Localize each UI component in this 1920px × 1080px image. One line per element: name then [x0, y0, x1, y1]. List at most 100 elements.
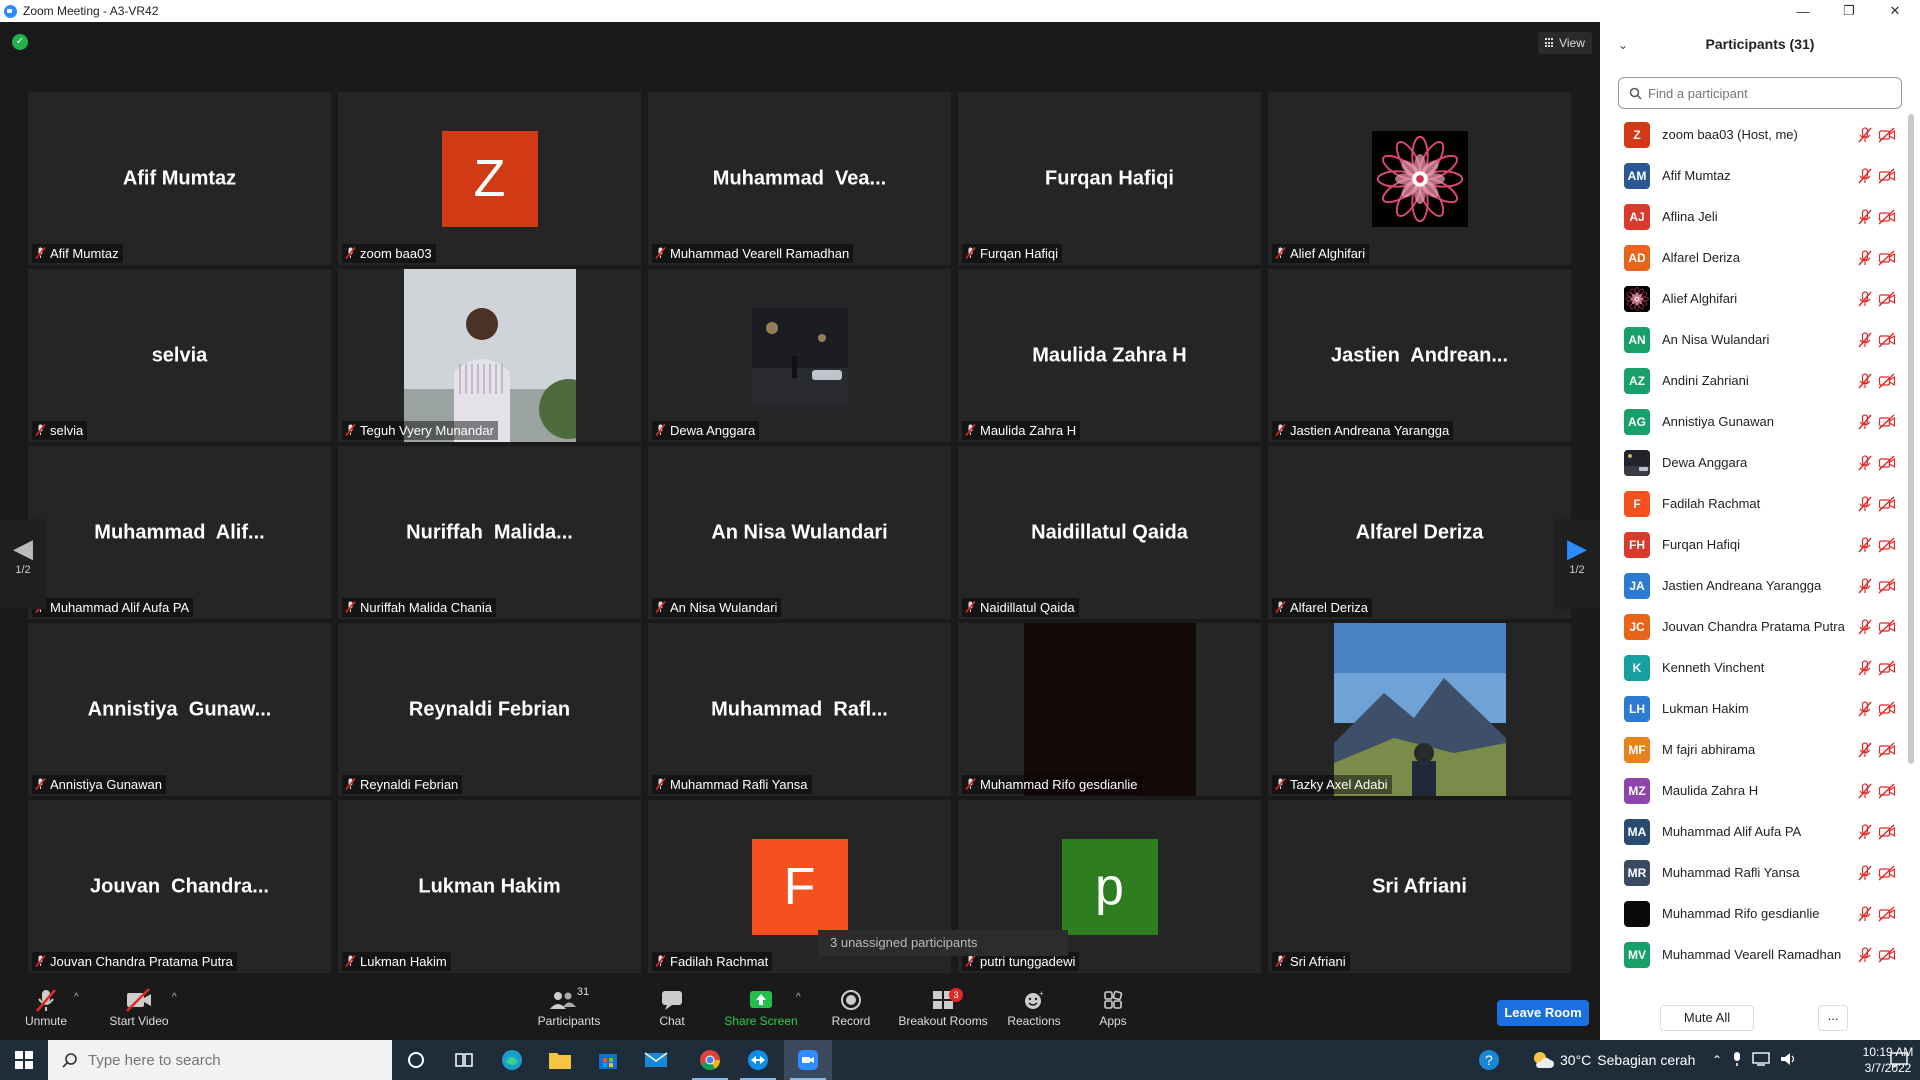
- video-off-icon[interactable]: [1878, 167, 1896, 184]
- video-off-icon[interactable]: [1878, 208, 1896, 225]
- video-off-icon[interactable]: [1878, 331, 1896, 348]
- microphone-muted-icon[interactable]: [1858, 659, 1872, 676]
- help-tray-icon[interactable]: ?: [1478, 1040, 1500, 1080]
- participant-list-item[interactable]: AG Annistiya Gunawan: [1600, 401, 1908, 442]
- participant-tile[interactable]: Alfarel Deriza Alfarel Deriza: [1268, 446, 1571, 619]
- cortana-icon[interactable]: [392, 1040, 440, 1080]
- participant-list-item[interactable]: MF M fajri abhirama: [1600, 729, 1908, 770]
- microphone-tray-icon[interactable]: [1732, 1051, 1742, 1070]
- video-options-caret-icon[interactable]: ^: [172, 992, 177, 1003]
- reactions-button[interactable]: + Reactions: [1006, 986, 1062, 1036]
- edge-browser-icon[interactable]: [488, 1040, 536, 1080]
- participant-tile[interactable]: Jouvan Chandra... Jouvan Chandra Pratama …: [28, 800, 331, 973]
- video-off-icon[interactable]: [1878, 823, 1896, 840]
- participant-list-item[interactable]: MA Muhammad Alif Aufa PA: [1600, 811, 1908, 852]
- file-explorer-icon[interactable]: [536, 1040, 584, 1080]
- video-off-icon[interactable]: [1878, 905, 1896, 922]
- record-button[interactable]: Record: [830, 986, 872, 1036]
- task-view-icon[interactable]: [440, 1040, 488, 1080]
- zoom-taskbar-icon[interactable]: [784, 1040, 832, 1080]
- microphone-muted-icon[interactable]: [1858, 741, 1872, 758]
- video-off-icon[interactable]: [1878, 290, 1896, 307]
- participant-list-item[interactable]: JA Jastien Andreana Yarangga: [1600, 565, 1908, 606]
- microphone-muted-icon[interactable]: [1858, 372, 1872, 389]
- participant-list-item[interactable]: Muhammad Rifo gesdianlie: [1600, 893, 1908, 934]
- participant-list-item[interactable]: AZ Andini Zahriani: [1600, 360, 1908, 401]
- view-button[interactable]: View: [1538, 32, 1592, 54]
- microphone-muted-icon[interactable]: [1858, 905, 1872, 922]
- participant-list-item[interactable]: Zzoom baa03 (Host, me): [1600, 114, 1908, 155]
- unmute-button[interactable]: Unmute: [20, 986, 72, 1036]
- video-off-icon[interactable]: [1878, 946, 1896, 963]
- video-off-icon[interactable]: [1878, 495, 1896, 512]
- participant-tile[interactable]: Jastien Andrean... Jastien Andreana Yaran…: [1268, 269, 1571, 442]
- participant-list-item[interactable]: AD Alfarel Deriza: [1600, 237, 1908, 278]
- microphone-muted-icon[interactable]: [1858, 495, 1872, 512]
- notifications-icon[interactable]: [1890, 1040, 1908, 1080]
- participant-list-item[interactable]: AJ Aflina Jeli: [1600, 196, 1908, 237]
- start-video-button[interactable]: Start Video: [104, 986, 174, 1036]
- previous-page-button[interactable]: ◀ 1/2: [0, 519, 46, 609]
- video-off-icon[interactable]: [1878, 536, 1896, 553]
- video-off-icon[interactable]: [1878, 782, 1896, 799]
- participant-list-item[interactable]: F Fadilah Rachmat: [1600, 483, 1908, 524]
- video-off-icon[interactable]: [1878, 577, 1896, 594]
- video-off-icon[interactable]: [1878, 618, 1896, 635]
- participant-tile[interactable]: Muhammad Rifo gesdianlie: [958, 623, 1261, 796]
- network-icon[interactable]: [1752, 1051, 1770, 1069]
- share-screen-button[interactable]: Share Screen: [724, 986, 798, 1036]
- participant-tile[interactable]: Nuriffah Malida... Nuriffah Malida Chania: [338, 446, 641, 619]
- video-off-icon[interactable]: [1878, 659, 1896, 676]
- volume-icon[interactable]: [1780, 1052, 1798, 1069]
- participant-tile[interactable]: Dewa Anggara: [648, 269, 951, 442]
- participant-tile[interactable]: Furqan Hafiqi Furqan Hafiqi: [958, 92, 1261, 265]
- microphone-muted-icon[interactable]: [1858, 864, 1872, 881]
- participant-list-item[interactable]: FH Furqan Hafiqi: [1600, 524, 1908, 565]
- mail-icon[interactable]: [632, 1040, 680, 1080]
- microphone-muted-icon[interactable]: [1858, 536, 1872, 553]
- participant-list-item[interactable]: Alief Alghifari: [1600, 278, 1908, 319]
- participant-list-item[interactable]: LH Lukman Hakim: [1600, 688, 1908, 729]
- teamviewer-icon[interactable]: [734, 1040, 782, 1080]
- participant-list-item[interactable]: MR Muhammad Rafli Yansa: [1600, 852, 1908, 893]
- participant-tile[interactable]: Alief Alghifari: [1268, 92, 1571, 265]
- maximize-icon[interactable]: ❐: [1826, 0, 1872, 22]
- minimize-icon[interactable]: —: [1780, 0, 1826, 22]
- microphone-muted-icon[interactable]: [1858, 167, 1872, 184]
- participant-tile[interactable]: Teguh Vyery Munandar: [338, 269, 641, 442]
- participant-list-item[interactable]: K Kenneth Vinchent: [1600, 647, 1908, 688]
- participant-tile[interactable]: Muhammad Alif... Muhammad Alif Aufa PA: [28, 446, 331, 619]
- video-off-icon[interactable]: [1878, 864, 1896, 881]
- next-page-button[interactable]: ▶ 1/2: [1554, 519, 1600, 609]
- microphone-muted-icon[interactable]: [1858, 823, 1872, 840]
- participant-tile[interactable]: Annistiya Gunaw... Annistiya Gunawan: [28, 623, 331, 796]
- video-off-icon[interactable]: [1878, 372, 1896, 389]
- microphone-muted-icon[interactable]: [1858, 413, 1872, 430]
- video-off-icon[interactable]: [1878, 700, 1896, 717]
- participant-list-scrollbar[interactable]: [1908, 114, 1914, 764]
- more-options-button[interactable]: ...: [1818, 1005, 1848, 1031]
- participant-tile[interactable]: Naidillatul Qaida Naidillatul Qaida: [958, 446, 1261, 619]
- microphone-muted-icon[interactable]: [1858, 126, 1872, 143]
- participant-tile[interactable]: Lukman Hakim Lukman Hakim: [338, 800, 641, 973]
- participant-tile[interactable]: Muhammad Vea... Muhammad Vearell Ramadhan: [648, 92, 951, 265]
- participant-tile[interactable]: Maulida Zahra H Maulida Zahra H: [958, 269, 1261, 442]
- system-clock[interactable]: 10:19 AM 3/7/2022: [1852, 1044, 1920, 1076]
- microphone-muted-icon[interactable]: [1858, 454, 1872, 471]
- participant-tile[interactable]: Afif Mumtaz Afif Mumtaz: [28, 92, 331, 265]
- microphone-muted-icon[interactable]: [1858, 946, 1872, 963]
- participant-tile[interactable]: Zzoom baa03: [338, 92, 641, 265]
- microphone-muted-icon[interactable]: [1858, 577, 1872, 594]
- participant-list-item[interactable]: Dewa Anggara: [1600, 442, 1908, 483]
- participant-list-item[interactable]: AN An Nisa Wulandari: [1600, 319, 1908, 360]
- microphone-muted-icon[interactable]: [1858, 249, 1872, 266]
- participant-tile[interactable]: selvia selvia: [28, 269, 331, 442]
- participant-search-input[interactable]: [1648, 85, 1888, 101]
- security-shield-icon[interactable]: ✓: [12, 34, 28, 50]
- participant-tile[interactable]: Muhammad Rafl... Muhammad Rafli Yansa: [648, 623, 951, 796]
- microphone-muted-icon[interactable]: [1858, 782, 1872, 799]
- microphone-muted-icon[interactable]: [1858, 208, 1872, 225]
- microphone-muted-icon[interactable]: [1858, 290, 1872, 307]
- audio-options-caret-icon[interactable]: ^: [74, 992, 79, 1003]
- weather-widget[interactable]: 30°C Sebagian cerah: [1530, 1040, 1695, 1080]
